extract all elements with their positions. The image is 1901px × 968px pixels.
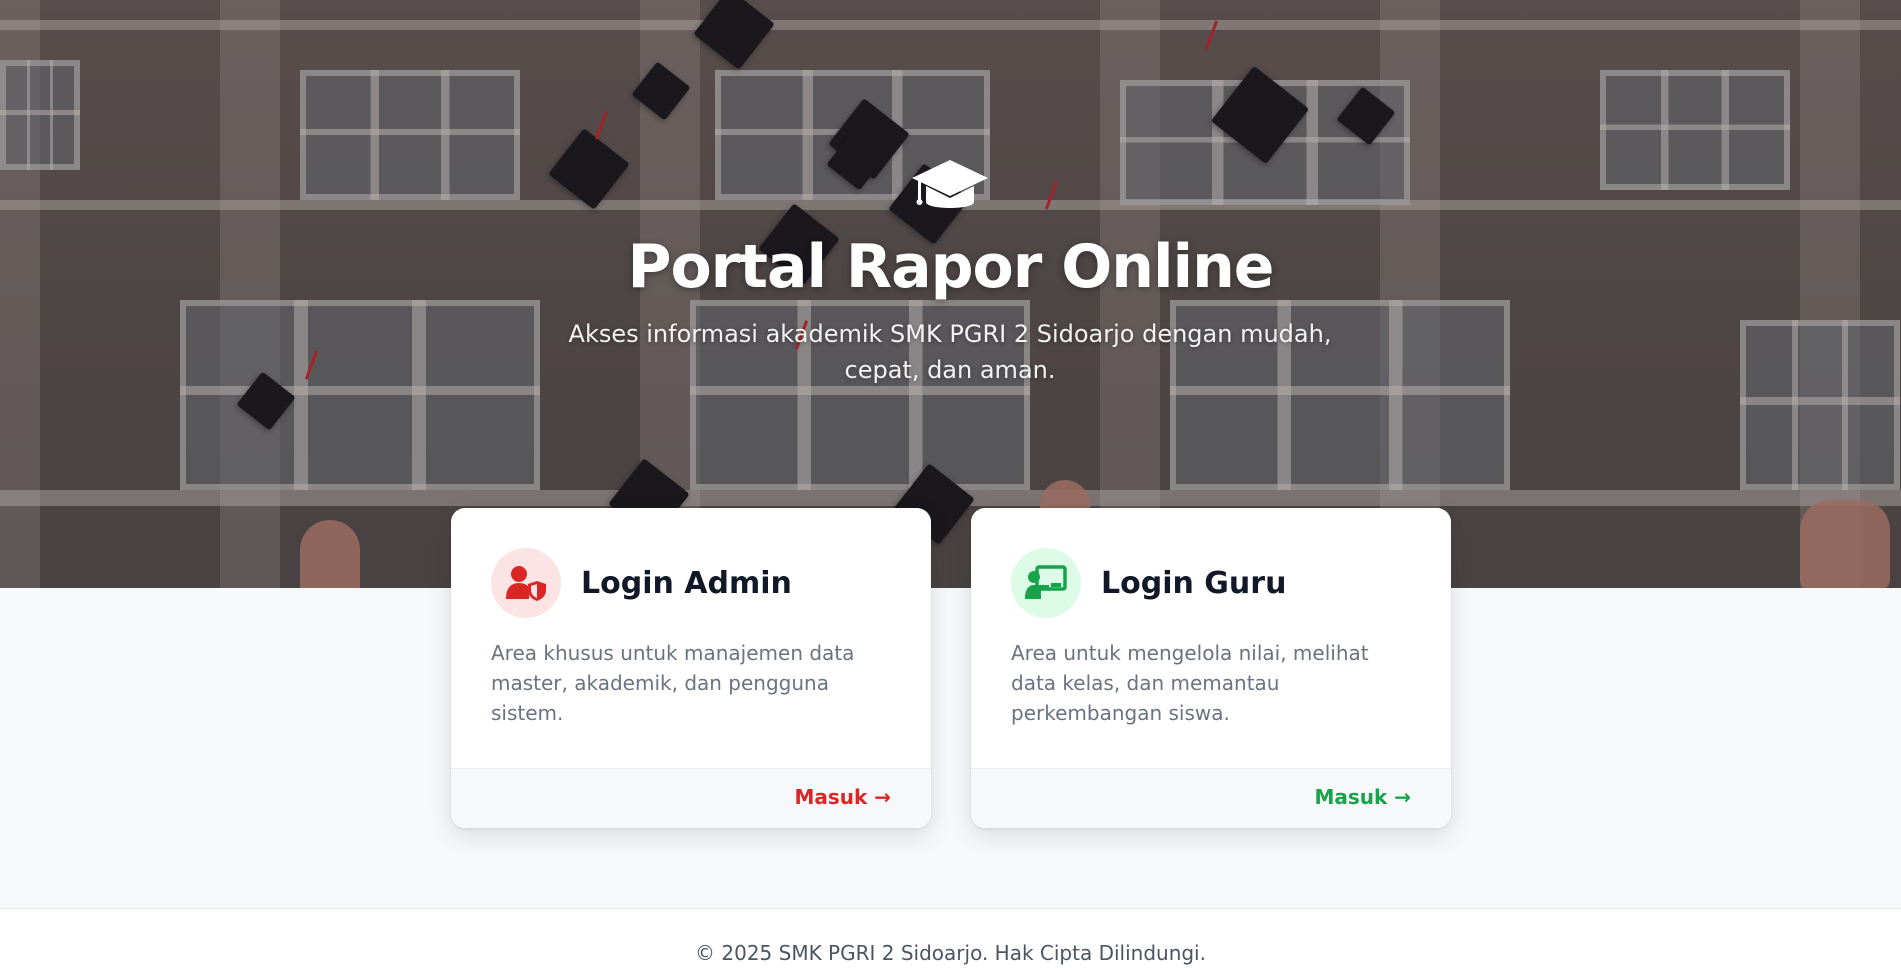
copyright-text: © 2025 SMK PGRI 2 Sidoarjo. Hak Cipta Di… <box>695 941 1206 965</box>
hero-subtitle-line-2: cepat, dan aman. <box>844 356 1056 384</box>
hero-subtitle: Akses informasi akademik SMK PGRI 2 Sido… <box>540 316 1360 388</box>
page-footer: © 2025 SMK PGRI 2 Sidoarjo. Hak Cipta Di… <box>0 908 1901 968</box>
card-footer: Masuk → <box>971 768 1451 828</box>
card-footer: Masuk → <box>451 768 931 828</box>
chalkboard-teacher-icon <box>1011 548 1081 618</box>
card-title: Login Guru <box>1101 565 1287 601</box>
card-description: Area untuk mengelola nilai, melihat data… <box>1011 641 1369 725</box>
user-shield-icon <box>491 548 561 618</box>
login-admin-link[interactable]: Masuk → <box>794 785 891 809</box>
card-header: Login Admin <box>491 548 792 618</box>
page-title: Portal Rapor Online <box>627 232 1274 302</box>
hero-subtitle-line-1: Akses informasi akademik SMK PGRI 2 Sido… <box>568 320 1332 348</box>
login-admin-card[interactable]: Login Admin Area khusus untuk manajemen … <box>451 508 931 828</box>
card-description: Area khusus untuk manajemen data master,… <box>491 641 855 725</box>
login-guru-link[interactable]: Masuk → <box>1314 785 1411 809</box>
graduation-cap-icon <box>910 158 990 218</box>
card-title: Login Admin <box>581 565 792 601</box>
login-guru-card[interactable]: Login Guru Area untuk mengelola nilai, m… <box>971 508 1451 828</box>
card-header: Login Guru <box>1011 548 1286 618</box>
